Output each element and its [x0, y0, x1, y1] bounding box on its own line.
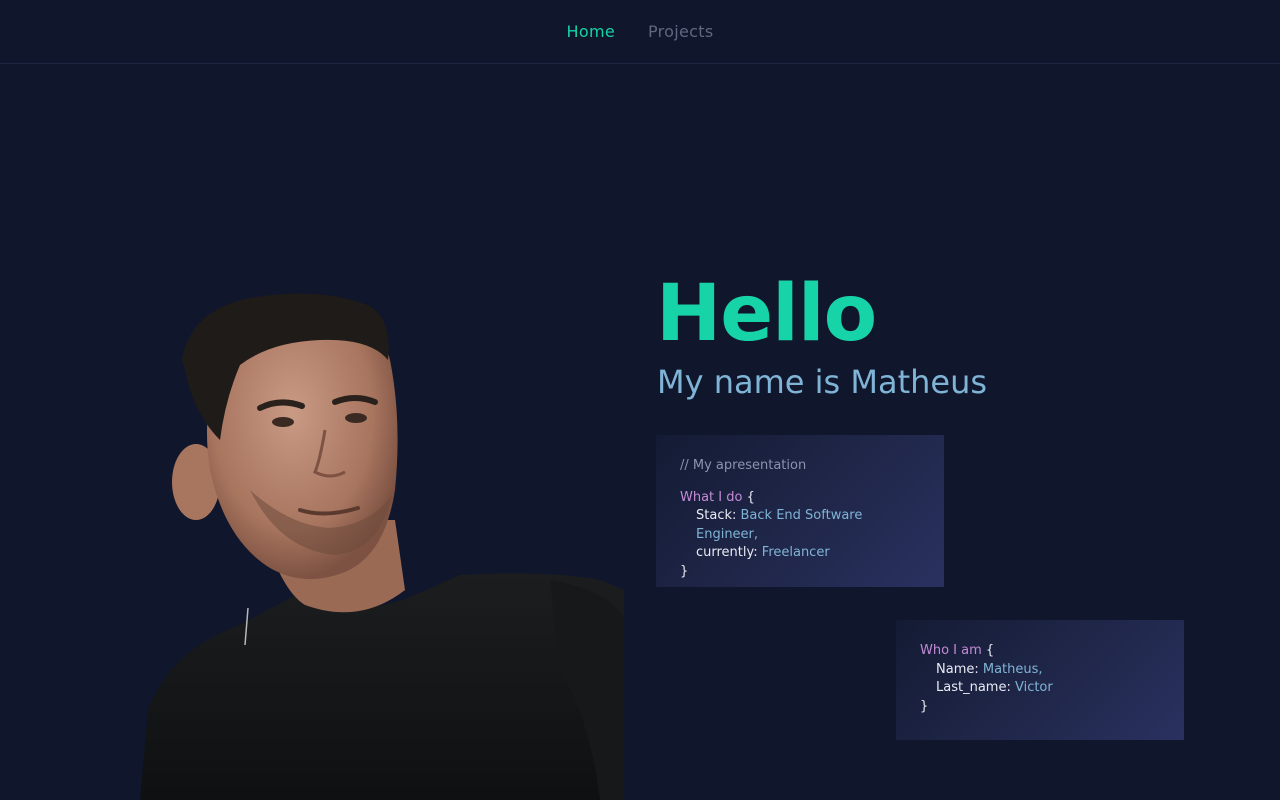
code-line: Stack: Back End Software Engineer,	[680, 507, 920, 544]
hero-title: Hello	[656, 269, 877, 359]
code-line: Last_name: Victor	[920, 679, 1160, 698]
top-navbar: Home Projects	[0, 0, 1280, 64]
code-key: Last_name:	[936, 680, 1011, 695]
code-line: Name: Matheus,	[920, 661, 1160, 680]
nav-home-link[interactable]: Home	[567, 22, 615, 41]
code-key: Name:	[936, 661, 979, 677]
code-line: currently: Freelancer	[680, 544, 920, 563]
profile-photo: M	[130, 290, 624, 800]
whoami-code-card: Who I am { Name: Matheus, Last_name: Vic…	[896, 620, 1184, 740]
code-value: Freelancer	[761, 545, 830, 560]
code-block-header: Who I am {	[920, 642, 1160, 661]
code-close-brace: }	[920, 698, 929, 714]
code-block-name: What I do	[680, 489, 743, 505]
code-close-brace: }	[680, 563, 689, 579]
code-value: Victor	[1014, 680, 1053, 695]
nav-projects-link[interactable]: Projects	[648, 22, 713, 41]
code-key: currently:	[696, 545, 758, 560]
presentation-code-card: // My apresentation What I do { Stack: B…	[656, 435, 944, 587]
code-block-header: What I do {	[680, 489, 920, 508]
code-value: Matheus,	[982, 661, 1043, 677]
code-open-brace: {	[746, 489, 755, 505]
code-comment: // My apresentation	[680, 458, 807, 473]
code-open-brace: {	[985, 643, 995, 658]
hero-subtitle: My name is Matheus	[657, 363, 988, 401]
code-key: Stack:	[696, 508, 737, 523]
code-block-name: Who I am	[920, 643, 982, 658]
